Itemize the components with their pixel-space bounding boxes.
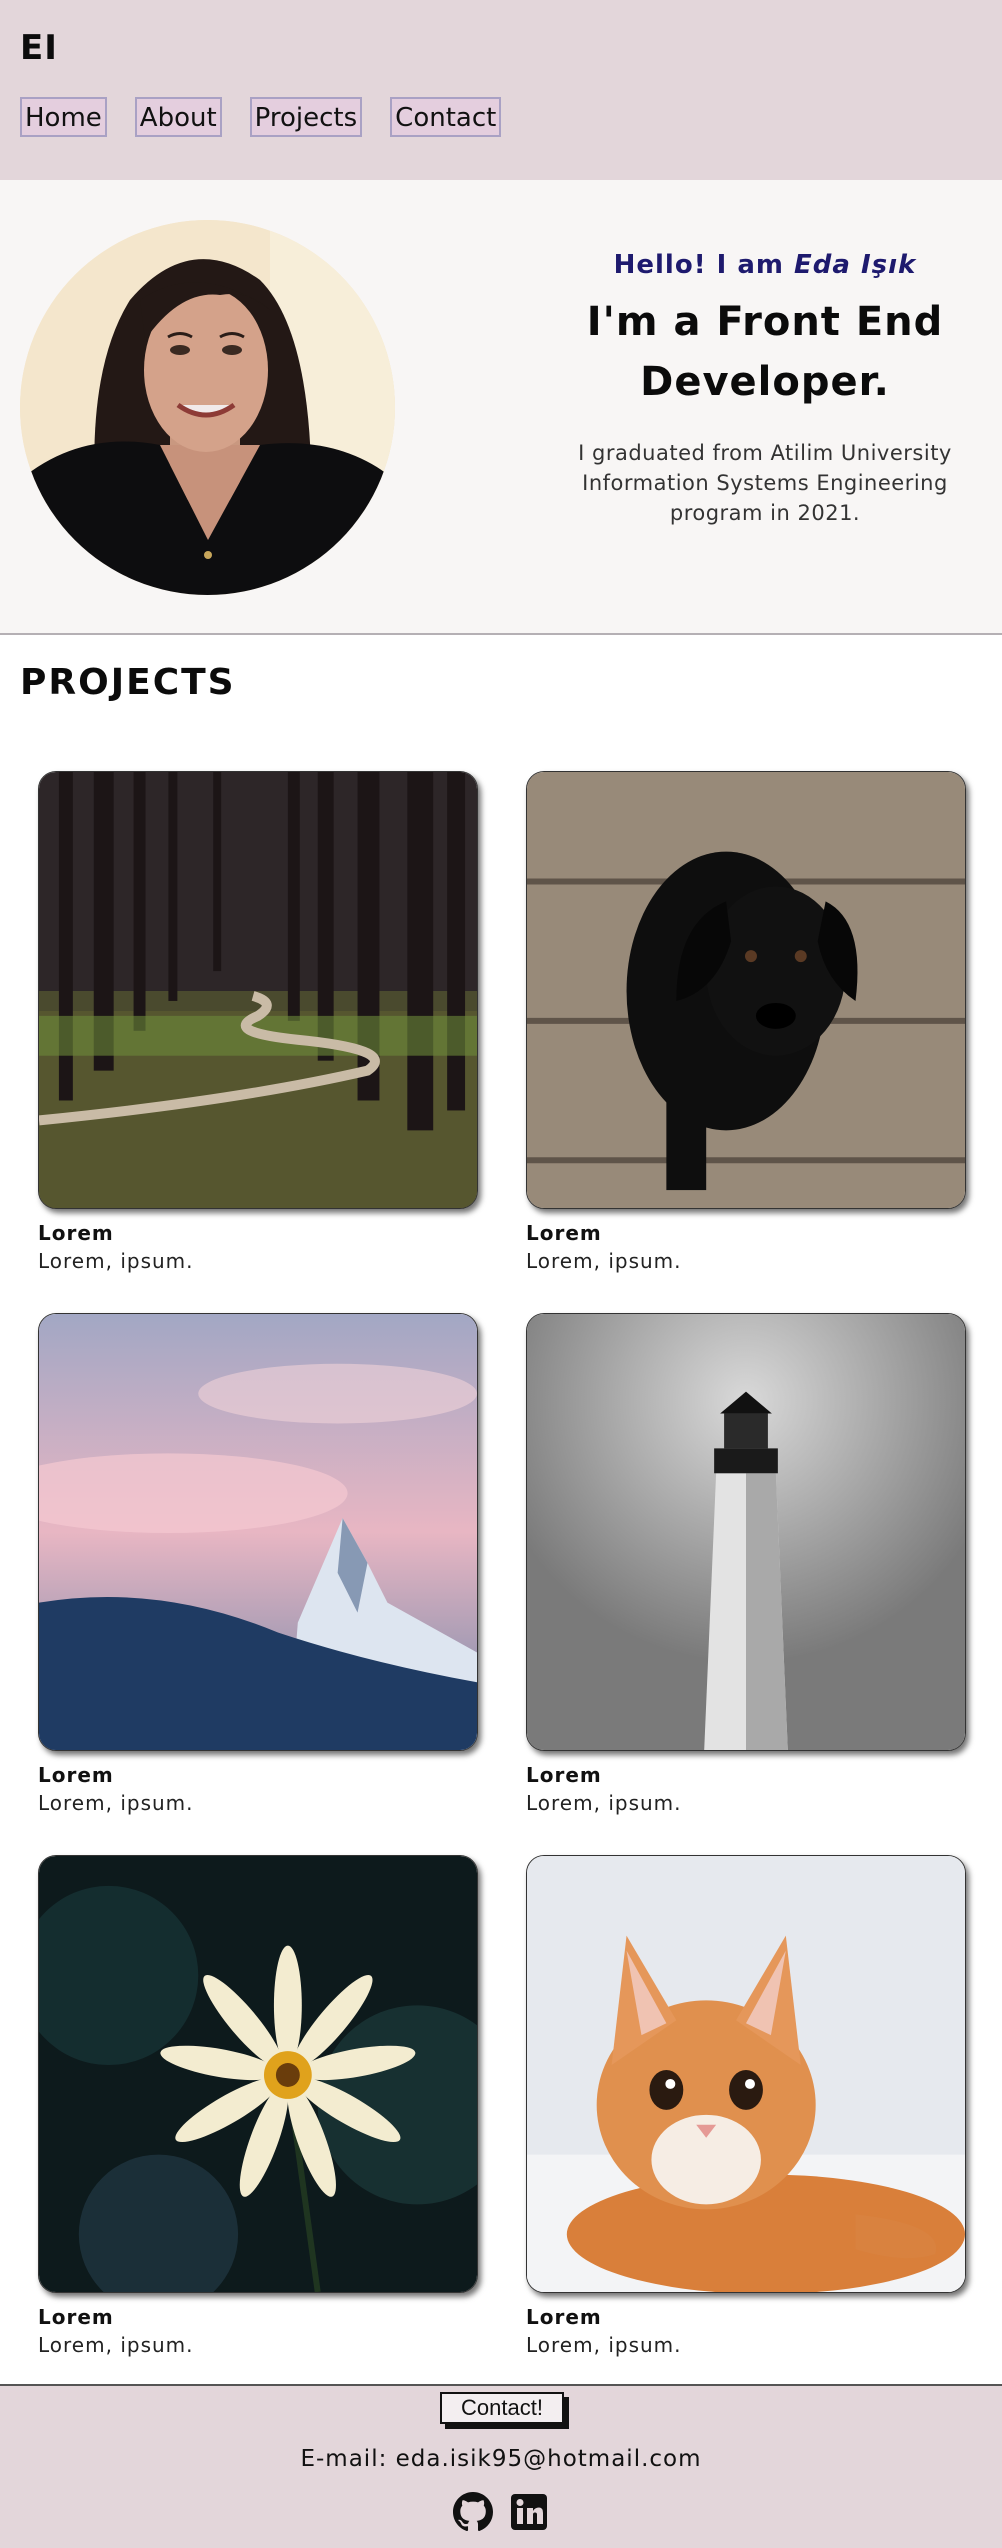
linkedin-icon[interactable] (509, 2492, 549, 2532)
project-title: Lorem (526, 1221, 602, 1245)
nav-projects-button[interactable]: Projects (249, 97, 363, 137)
project-title: Lorem (38, 2305, 114, 2329)
project-image-lighthouse[interactable] (526, 1313, 966, 1751)
project-image-orange-cat[interactable] (526, 1855, 966, 2293)
nav-about-button[interactable]: About (134, 97, 222, 137)
profile-photo (20, 220, 395, 595)
project-card[interactable]: Lorem Lorem, ipsum. (38, 1313, 478, 1815)
social-links (453, 2492, 549, 2532)
hero-bio: I graduated from Atilim University Infor… (578, 441, 952, 525)
project-image-white-flower[interactable] (38, 1855, 478, 2293)
contact-email[interactable]: E-mail: eda.isik95@hotmail.com (0, 2446, 1002, 2472)
project-image-forest-path[interactable] (38, 771, 478, 1209)
project-card[interactable]: Lorem Lorem, ipsum. (526, 1855, 966, 2357)
greeting-text: Hello! I am (613, 250, 795, 280)
project-description: Lorem, ipsum. (38, 2333, 194, 2357)
project-description: Lorem, ipsum. (38, 1249, 194, 1273)
project-card[interactable]: Lorem Lorem, ipsum. (38, 1855, 478, 2357)
project-card[interactable]: Lorem Lorem, ipsum. (526, 771, 966, 1273)
nav-contact-button[interactable]: Contact (390, 97, 502, 137)
main-nav: Home About Projects Contact (20, 97, 502, 137)
projects-heading: PROJECTS (20, 662, 236, 703)
hero-greeting: Hello! I am Eda Işık (540, 250, 990, 280)
site-logo[interactable]: EI (20, 28, 58, 68)
project-title: Lorem (526, 2305, 602, 2329)
hero-intro: Hello! I am Eda Işık I'm a Front End Dev… (540, 250, 990, 528)
project-image-black-puppy[interactable] (526, 771, 966, 1209)
project-image-snowy-mountain[interactable] (38, 1313, 478, 1751)
site-footer: Contact! E-mail: eda.isik95@hotmail.com (0, 2384, 1002, 2548)
project-description: Lorem, ipsum. (526, 2333, 682, 2357)
hero-section: Hello! I am Eda Işık I'm a Front End Dev… (0, 180, 1002, 635)
project-card[interactable]: Lorem Lorem, ipsum. (38, 771, 478, 1273)
project-description: Lorem, ipsum. (526, 1249, 682, 1273)
github-icon[interactable] (453, 2492, 493, 2532)
project-title: Lorem (526, 1763, 602, 1787)
nav-home-button[interactable]: Home (20, 97, 107, 137)
contact-button[interactable]: Contact! (440, 2392, 564, 2424)
project-title: Lorem (38, 1221, 114, 1245)
project-description: Lorem, ipsum. (526, 1791, 682, 1815)
project-description: Lorem, ipsum. (38, 1791, 194, 1815)
project-title: Lorem (38, 1763, 114, 1787)
site-header: EI Home About Projects Contact (0, 0, 1002, 180)
hero-role-heading: I'm a Front End Developer. (586, 299, 944, 405)
project-card[interactable]: Lorem Lorem, ipsum. (526, 1313, 966, 1815)
developer-name: Eda Işık (794, 250, 917, 280)
